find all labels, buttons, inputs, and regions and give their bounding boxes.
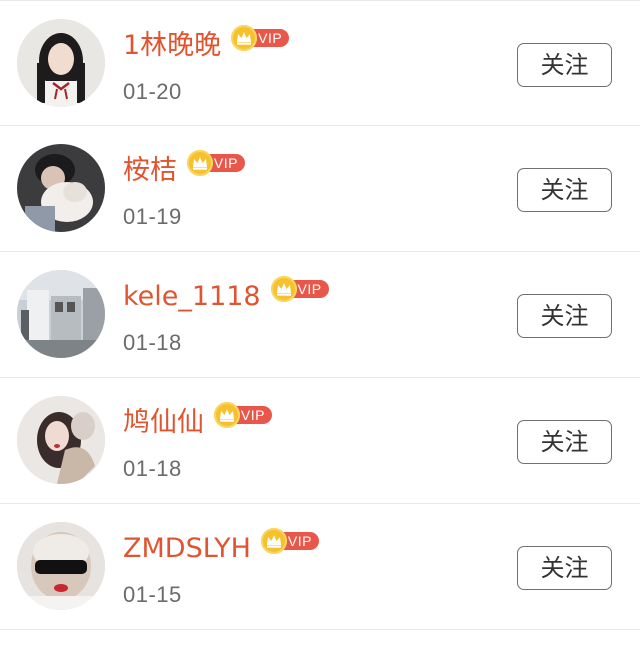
username-text[interactable]: 1林晚晚	[123, 30, 221, 61]
follow-button[interactable]: 关注	[517, 546, 612, 590]
list-item[interactable]: 桉桔 VIP 01-19 关注	[0, 126, 640, 252]
follow-date: 01-20	[123, 79, 182, 104]
follow-button[interactable]: 关注	[517, 168, 612, 212]
username[interactable]: 鸠仙仙 VIP	[123, 402, 272, 440]
list-item[interactable]: 1林晚晚 VIP 01-20 关注	[0, 0, 640, 126]
username-text[interactable]: kele_1118	[123, 281, 261, 312]
crown-icon	[231, 25, 258, 51]
username[interactable]: 桉桔 VIP	[123, 150, 245, 188]
vip-badge: VIP	[187, 150, 245, 176]
vip-badge: VIP	[270, 276, 329, 302]
follow-button[interactable]: 关注	[517, 294, 612, 338]
list-item[interactable]: ZMDSLYH VIP 01-15 关注	[0, 504, 640, 630]
crown-icon	[214, 402, 240, 428]
list-item[interactable]: 鸠仙仙 VIP 01-18 关注	[0, 378, 640, 504]
username-text[interactable]: ZMDSLYH	[123, 533, 251, 564]
vip-badge: VIP	[214, 402, 272, 428]
follower-list: 1林晚晚 VIP 01-20 关注 桉桔 VIP 01-19 关注 kele_1…	[0, 0, 640, 650]
crown-icon	[270, 276, 297, 302]
username-text[interactable]: 鸠仙仙	[123, 407, 204, 438]
list-item[interactable]: kele_1118 VIP 01-18 关注	[0, 252, 640, 378]
vip-badge: VIP	[231, 25, 290, 51]
vip-badge: VIP	[260, 528, 319, 554]
avatar[interactable]	[17, 270, 105, 358]
follow-date: 01-18	[123, 456, 182, 481]
follow-button[interactable]: 关注	[517, 43, 612, 87]
avatar[interactable]	[17, 19, 105, 107]
crown-icon	[260, 528, 287, 554]
avatar[interactable]	[17, 396, 105, 484]
follow-date: 01-18	[123, 330, 182, 355]
follow-date: 01-19	[123, 204, 182, 229]
crown-icon	[187, 150, 213, 176]
avatar[interactable]	[17, 144, 105, 232]
avatar[interactable]	[17, 522, 105, 610]
username[interactable]: kele_1118 VIP	[123, 276, 329, 314]
follow-date: 01-15	[123, 582, 182, 607]
username[interactable]: ZMDSLYH VIP	[123, 528, 319, 566]
username-text[interactable]: 桉桔	[123, 155, 177, 186]
follow-button[interactable]: 关注	[517, 420, 612, 464]
username[interactable]: 1林晚晚 VIP	[123, 25, 290, 63]
